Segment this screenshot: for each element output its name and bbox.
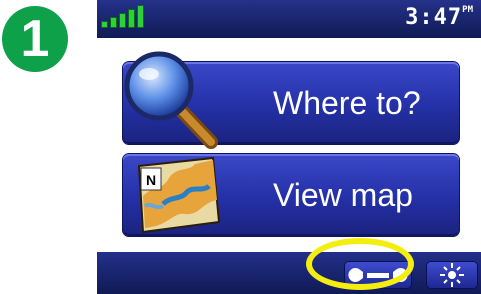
gps-screen: 3:47PM Where to? N View map: [97, 0, 481, 294]
where-to-button[interactable]: Where to?: [123, 51, 459, 149]
step-number-badge: 1: [2, 6, 68, 72]
where-to-label: Where to?: [273, 84, 421, 121]
map-icon: N: [137, 156, 221, 234]
brightness-icon: [440, 263, 464, 287]
signal-strength-icon[interactable]: [101, 5, 144, 28]
view-map-label: View map: [273, 176, 413, 213]
svg-text:N: N: [146, 172, 156, 188]
magnifier-icon: [124, 51, 218, 149]
view-map-button[interactable]: N View map: [123, 154, 459, 236]
clock: 3:47PM: [405, 5, 473, 30]
clock-time: 3:47: [405, 5, 463, 30]
clock-ampm: PM: [462, 5, 473, 15]
tools-highlight-circle: [306, 238, 414, 290]
status-bar: 3:47PM: [97, 0, 481, 38]
brightness-button[interactable]: [427, 262, 477, 288]
bottom-bar: [97, 252, 481, 294]
